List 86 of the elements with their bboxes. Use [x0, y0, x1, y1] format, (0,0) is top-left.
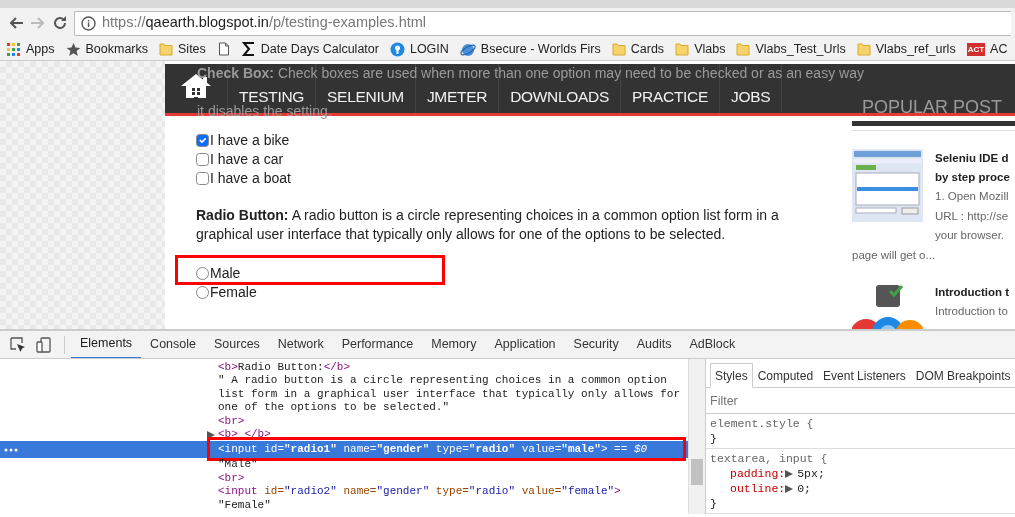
paragraph-text: Radio Button: A radio button is a circle representing choices in a common option list form in a graphical user interface that typically only allows for one of the options to be selected. — [196, 206, 780, 244]
bookmark-link[interactable]: Bookmarks — [85, 39, 149, 59]
checkbox-label: I have a car — [210, 150, 284, 169]
code-line[interactable]: <br> — [0, 471, 688, 486]
code-line[interactable]: "Female" — [0, 498, 688, 513]
back-icon[interactable] — [8, 15, 24, 31]
devtools-tab[interactable]: Console — [141, 331, 205, 358]
expand-icon[interactable] — [207, 431, 215, 440]
code-line[interactable]: " A radio button is a circle representing choices in a common option — [0, 374, 688, 388]
checkbox-label: I have a boat — [210, 169, 291, 188]
radio-label: Male — [210, 264, 241, 283]
bookmark-link[interactable]: LOGIN — [409, 39, 449, 59]
css-value: 0; — [797, 481, 812, 496]
more-icon[interactable] — [4, 448, 18, 453]
nav-link[interactable]: JOBS — [720, 86, 782, 107]
section-title: POPULAR POST — [862, 96, 1003, 119]
globe-icon[interactable] — [459, 41, 476, 57]
styles-tab[interactable]: Computed — [752, 363, 819, 388]
checkbox[interactable] — [196, 134, 209, 147]
post-excerpt: Introduction to — [935, 304, 1009, 319]
devtools-tab[interactable]: Performance — [332, 331, 423, 358]
devtools-tab[interactable]: Memory — [422, 331, 486, 358]
bookmark-link[interactable]: Cards — [630, 39, 665, 59]
checkbox[interactable] — [196, 172, 209, 185]
devtools-tab[interactable]: Application — [485, 331, 565, 358]
code-line[interactable]: <input id="radio2" name="gender" type="radio" value="female"> — [0, 485, 688, 499]
css-selector: element.style { — [710, 416, 815, 431]
styles-tab[interactable]: Styles — [710, 363, 753, 388]
bookmark-link[interactable]: Sites — [178, 39, 206, 59]
code-line[interactable]: one of the options to be selected." — [0, 401, 688, 415]
devtools-tab[interactable]: Network — [268, 331, 333, 358]
scrollbar-thumb[interactable] — [691, 459, 703, 485]
device-icon[interactable] — [36, 336, 52, 353]
code-line[interactable]: <b> </b> — [0, 428, 688, 442]
code-line[interactable]: "Male" — [0, 458, 688, 472]
bookmark-link[interactable]: Date Days Calculator — [260, 39, 379, 59]
post-title[interactable]: Seleniu IDE d — [935, 149, 1010, 168]
nav-link[interactable]: DOWNLOADS — [499, 86, 621, 107]
css-selector: textarea, input { — [710, 451, 829, 466]
sigma-icon[interactable] — [241, 42, 256, 56]
logo-badge[interactable]: ACT — [966, 42, 986, 56]
radio-button[interactable] — [196, 267, 209, 280]
apps-grid-icon[interactable] — [6, 41, 21, 57]
bookmark-link[interactable]: Vlabs_Test_Urls — [755, 39, 846, 59]
post-excerpt: URL : http://se — [935, 208, 1010, 224]
radio-label: Female — [210, 283, 257, 302]
css-property: outline: — [729, 481, 786, 496]
code-line[interactable]: list form in a graphical user interface that typically only allows for — [0, 387, 688, 402]
css-brace: } — [710, 431, 718, 446]
post-excerpt: page will get o... — [852, 247, 937, 263]
checkbox[interactable] — [196, 153, 209, 166]
code-line[interactable]: <b>Radio Button:</b> — [0, 361, 688, 375]
nav-link[interactable]: SELENIUM — [316, 86, 415, 107]
bookmark-link[interactable]: Apps — [26, 39, 55, 59]
circle-icon[interactable] — [389, 41, 405, 57]
address-bar[interactable]: https://qaearth.blogspot.in/p/testing-examples.html — [74, 10, 1011, 36]
devtools-tab[interactable]: Audits — [627, 331, 681, 358]
styles-tab[interactable]: DOM Breakpoints — [910, 363, 1015, 388]
star-icon[interactable] — [65, 41, 81, 57]
nav-link[interactable]: JMETER — [415, 86, 499, 107]
post-title[interactable]: by step proce — [935, 168, 1010, 187]
post-excerpt: your browser. — [935, 228, 1006, 243]
inspect-icon[interactable] — [10, 336, 26, 353]
post-title[interactable]: Introduction t — [935, 283, 1010, 302]
radio-button[interactable] — [196, 286, 209, 299]
css-value: 5px; — [797, 466, 825, 481]
nav-link[interactable]: PRACTICE — [621, 86, 720, 107]
checkbox-label: I have a bike — [210, 131, 290, 150]
styles-tab[interactable]: Event Listeners — [818, 363, 911, 388]
reload-icon[interactable] — [52, 15, 68, 31]
bookmark-link[interactable]: Bsecure - Worlds Firs — [480, 39, 601, 59]
paragraph-text: Check Box: Check boxes are used when more than one option may need to be checked or as an easy way — [197, 64, 864, 83]
info-icon — [81, 15, 96, 31]
bookmark-link[interactable]: AC — [990, 39, 1008, 59]
devtools-tab[interactable]: Elements — [71, 331, 142, 358]
devtools-tab[interactable]: Sources — [205, 331, 269, 358]
code-line[interactable]: <br> — [0, 414, 688, 429]
url-text: https://qaearth.blogspot.in/p/testing-examples.html — [102, 13, 427, 33]
bookmark-link[interactable]: Vlabs — [694, 39, 726, 59]
page-icon[interactable] — [216, 42, 231, 56]
devtools-tab[interactable]: Security — [564, 331, 628, 358]
bookmark-link[interactable]: Vlabs_ref_urls — [875, 39, 956, 59]
css-brace: } — [710, 496, 718, 511]
devtools-tab[interactable]: AdBlock — [680, 331, 745, 358]
post-excerpt: 1. Open Mozill — [935, 189, 1010, 204]
css-property: padding: — [729, 466, 786, 481]
